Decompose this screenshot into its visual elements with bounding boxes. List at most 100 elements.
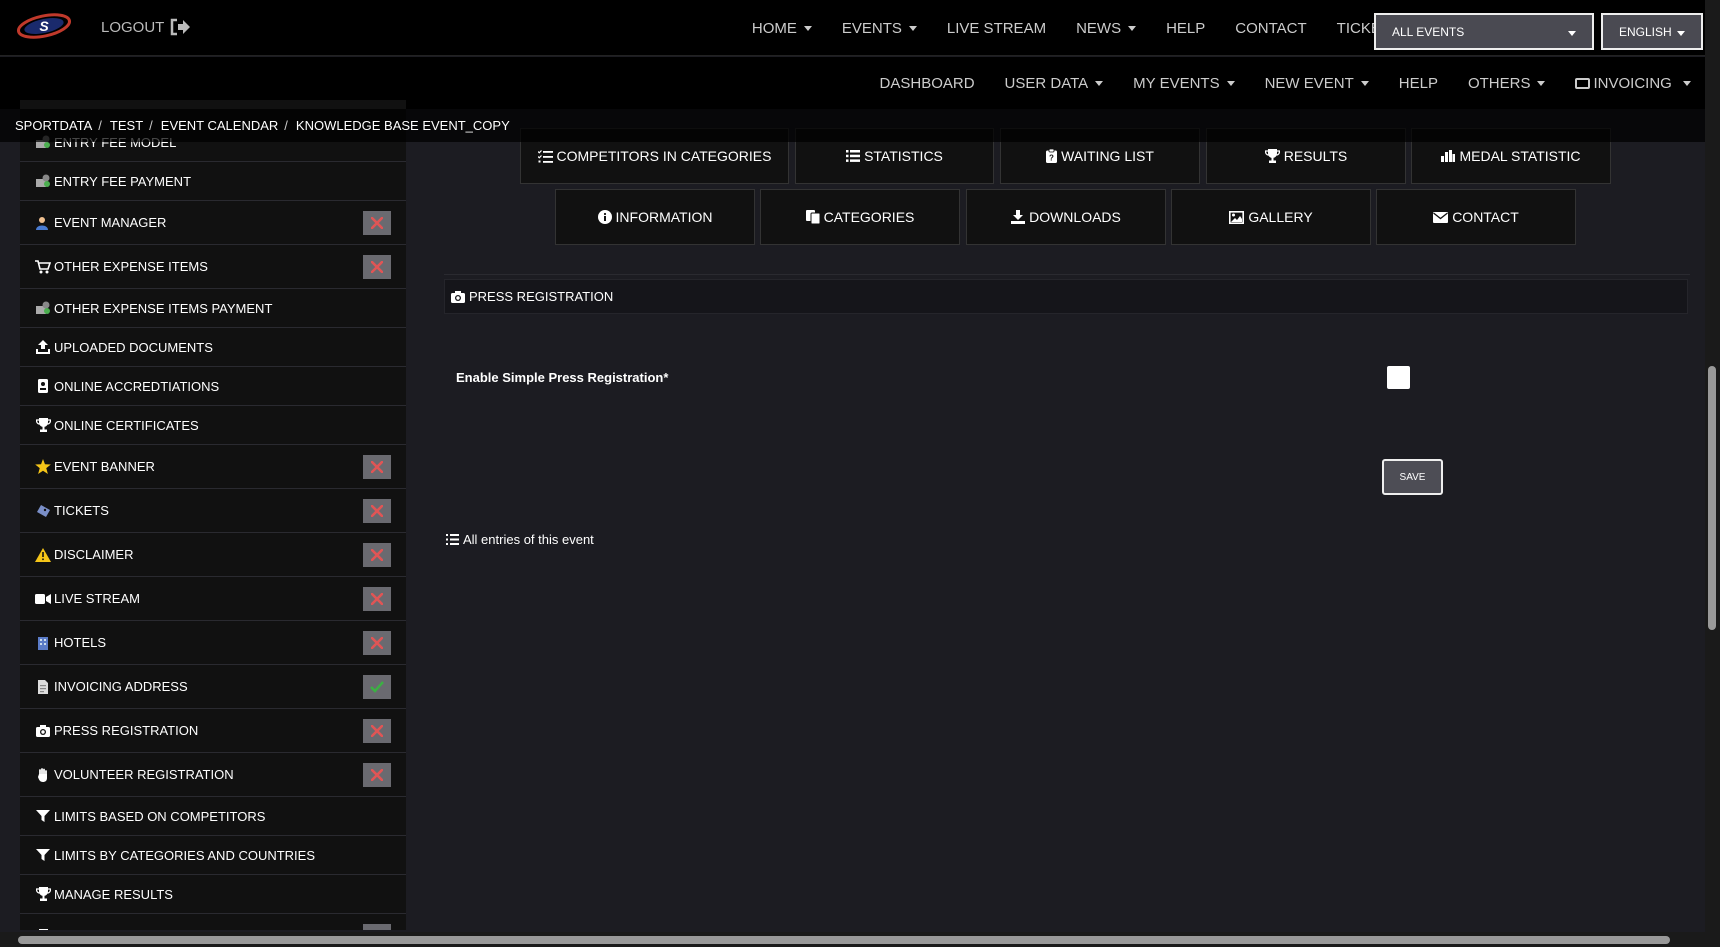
nav-user-data[interactable]: USER DATA [990,75,1119,92]
all-entries-link[interactable]: All entries of this event [446,532,594,547]
tab-label: COMPETITORS IN CATEGORIES [556,148,772,164]
event-filter-select[interactable]: ALL EVENTS [1374,13,1594,50]
logout-label: LOGOUT [101,18,165,36]
list-icon [446,534,459,545]
sidebar-item-label: OTHER EXPENSE ITEMS PAYMENT [54,300,273,316]
tab-gallery[interactable]: GALLERY [1171,189,1371,245]
sidebar-item[interactable]: HOTELS [20,621,406,665]
sidebar-item[interactable]: MANAGE RESULTS [20,875,406,914]
sidebar-item[interactable]: VOLUNTEER REGISTRATION [20,753,406,797]
breadcrumb-item[interactable]: SPORTDATA [15,118,92,133]
download-icon [1011,210,1026,224]
language-select[interactable]: ENGLISH [1601,13,1703,50]
hand-icon [35,767,51,782]
tab-label: DOWNLOADS [1029,209,1121,225]
chevron-down-icon [1677,25,1685,39]
sportdata-logo[interactable]: S [16,12,72,40]
breadcrumb-item[interactable]: TEST [110,118,143,133]
scrollbar-thumb[interactable] [1708,366,1716,630]
nav-new-event[interactable]: NEW EVENT [1250,75,1384,92]
enable-press-registration-label: Enable Simple Press Registration* [456,370,669,385]
filter-icon [35,848,51,862]
nav-events[interactable]: EVENTS [827,20,932,37]
sidebar-item-label: ONLINE CERTIFICATES [54,417,199,433]
tab-label: WAITING LIST [1061,148,1154,164]
panel-title: PRESS REGISTRATION [469,289,614,304]
sidebar-item[interactable]: UPLOADED DOCUMENTS [20,328,406,367]
language-value: ENGLISH [1619,24,1672,39]
tab-information[interactable]: INFORMATION [555,189,755,245]
scrollbar-thumb[interactable] [18,936,1670,944]
x-mark-icon [363,210,391,235]
sidebar-item-label: VOLUNTEER REGISTRATION [54,767,234,782]
nav-live-stream[interactable]: LIVE STREAM [932,20,1061,37]
sidebar-item[interactable]: PRESS REGISTRATION [20,709,406,753]
camera-icon [451,290,465,303]
sidebar-item-label: LIVE STREAM [54,591,140,606]
check-icon [363,674,391,699]
x-mark-icon [363,498,391,523]
sidebar-item-label: ONLINE ACCREDTIATIONS [54,378,220,394]
tab-label: MEDAL STATISTIC [1459,148,1581,164]
nav-home[interactable]: HOME [737,20,827,37]
sidebar-item-label: OTHER EXPENSE ITEMS [54,259,208,274]
tab-contact[interactable]: CONTACT [1376,189,1576,245]
info-icon [597,210,612,224]
x-mark-icon [363,254,391,279]
nav-my-events[interactable]: MY EVENTS [1118,75,1249,92]
tab-categories[interactable]: CATEGORIES [760,189,960,245]
logout-link[interactable]: LOGOUT [101,18,191,36]
sidebar-item[interactable]: LIMITS BASED ON COMPETITORS [20,797,406,836]
warning-icon [35,547,51,562]
top-navbar: S LOGOUT HOME EVENTS LIVE STREAM NEWS HE… [0,0,1705,56]
secondary-nav: DASHBOARD USER DATA MY EVENTS NEW EVENT … [865,57,1706,109]
hotel-icon [35,636,51,650]
x-mark-icon [363,762,391,787]
save-button[interactable]: SAVE [1382,459,1443,495]
sidebar-item[interactable]: DISCLAIMER [20,533,406,577]
sidebar-item[interactable]: TICKETS [20,489,406,533]
sidebar-item[interactable]: EVENT MANAGER [20,201,406,245]
sidebar-item[interactable]: OTHER EXPENSE ITEMS PAYMENT [20,289,406,328]
sidebar-item[interactable]: LIVE STREAM [20,577,406,621]
scrollbar-corner [1705,932,1720,947]
sidebar-item[interactable]: INVOICING ADDRESS [20,665,406,709]
all-entries-label: All entries of this event [463,532,594,547]
tab-label: CATEGORIES [823,209,915,225]
nav-others[interactable]: OTHERS [1453,75,1561,92]
nav-contact[interactable]: CONTACT [1220,20,1321,37]
sidebar-item-label: LIMITS BY CATEGORIES AND COUNTRIES [54,847,316,863]
cart-icon [35,259,51,274]
sidebar-item[interactable]: ONLINE CERTIFICATES [20,406,406,445]
sidebar-item[interactable]: LIMITS BY CATEGORIES AND COUNTRIES [20,836,406,875]
nav-news[interactable]: NEWS [1061,20,1151,37]
trophy-icon [35,928,51,930]
breadcrumb-item[interactable]: EVENT CALENDAR [161,118,279,133]
tab-label: CONTACT [1452,209,1519,225]
nav-help-2[interactable]: HELP [1384,75,1453,92]
id-card-icon [1575,77,1591,89]
x-mark-icon [363,923,391,930]
sidebar-item-label: CUSTOM RESULTS URL [54,928,202,930]
vertical-scrollbar[interactable] [1705,0,1720,932]
tab-downloads[interactable]: DOWNLOADS [966,189,1166,245]
nav-dashboard[interactable]: DASHBOARD [865,75,990,92]
sidebar-item[interactable]: CUSTOM RESULTS URL [20,914,406,930]
sidebar-item[interactable]: OTHER EXPENSE ITEMS [20,245,406,289]
sidebar-item-label: HOTELS [54,635,107,650]
enable-press-registration-checkbox[interactable] [1387,366,1410,389]
trophy-icon [35,887,51,901]
tab-label: STATISTICS [864,148,943,164]
sidebar-item-label: DISCLAIMER [54,547,134,562]
nav-help[interactable]: HELP [1151,20,1220,37]
clipboard-icon: ? [1046,149,1058,163]
filter-icon [35,809,51,823]
svg-text:?: ? [1049,154,1054,163]
nav-invoicing-label: INVOICING [1593,74,1672,92]
sidebar-item[interactable]: ENTRY FEE PAYMENT [20,162,406,201]
sidebar-item-label: ENTRY FEE PAYMENT [54,173,192,189]
sidebar-item[interactable]: EVENT BANNER [20,445,406,489]
horizontal-scrollbar[interactable] [0,932,1705,947]
sidebar-item[interactable]: ONLINE ACCREDTIATIONS [20,367,406,406]
nav-invoicing[interactable]: INVOICING [1560,75,1706,92]
